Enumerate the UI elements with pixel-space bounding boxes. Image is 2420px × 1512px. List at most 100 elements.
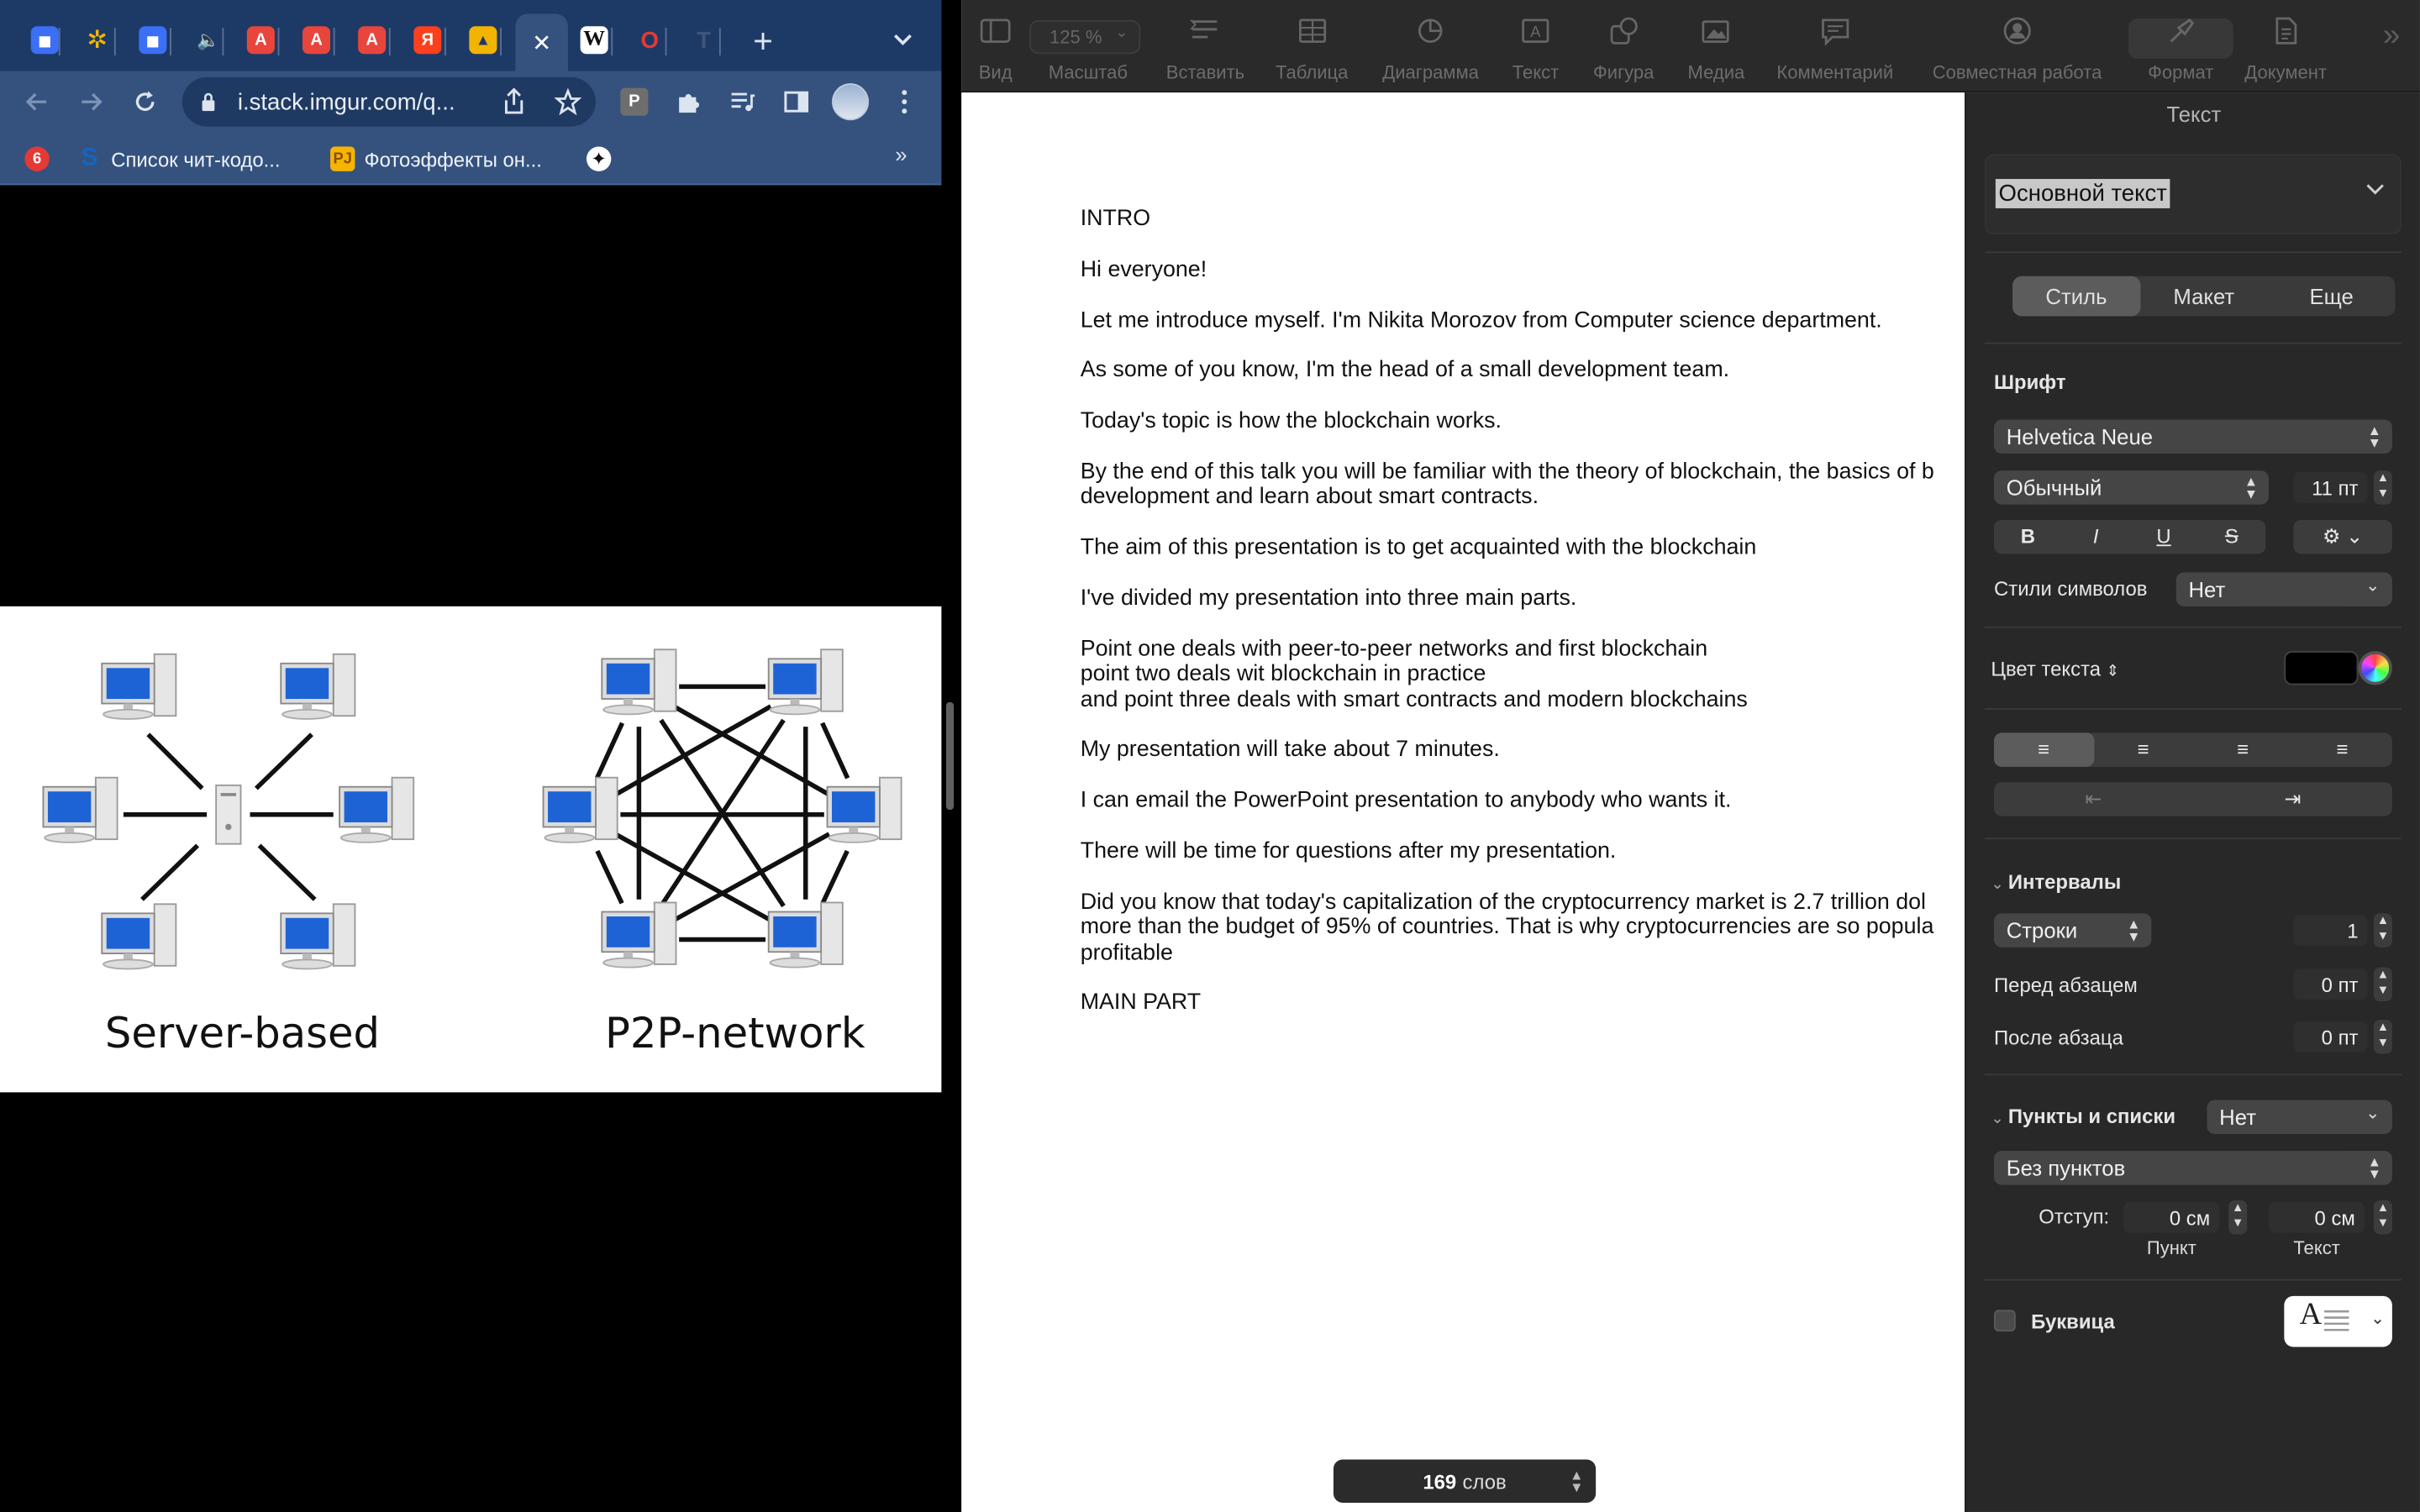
text-color-label[interactable]: Цвет текста ⇕	[1991, 657, 2119, 680]
tab-9[interactable]: ✕	[515, 13, 568, 71]
toolbar-button-media[interactable]: Медиа	[1688, 15, 1744, 83]
bullet-indent-stepper[interactable]: ▲ ▼	[2228, 1200, 2248, 1235]
word-count-badge[interactable]: 169 слов ▲ ▼	[1333, 1459, 1597, 1503]
text-options-button[interactable]: ⚙ ⌄	[2293, 519, 2392, 554]
strikethrough-button[interactable]: S	[2197, 520, 2265, 554]
toolbar-button-shape[interactable]: Фигура	[1593, 15, 1654, 83]
toolbar-button-format-brush[interactable]: Формат	[2148, 15, 2213, 83]
toolbar-button-comment[interactable]: Комментарий	[1776, 15, 1893, 83]
tab-3[interactable]: 🔈	[185, 17, 231, 63]
text-indent-stepper[interactable]: ▲ ▼	[2373, 1200, 2392, 1235]
document-paragraph[interactable]: MAIN PART	[1081, 991, 1965, 1016]
font-size-field[interactable]: 11 пт	[2293, 472, 2368, 503]
toolbar-button-sidebar[interactable]: Вид	[978, 15, 1013, 83]
document-paragraph[interactable]: Hi everyone!	[1081, 257, 1965, 282]
line-spacing-select[interactable]: Строки ▲ ▼	[1994, 913, 2152, 948]
line-spacing-field[interactable]: 1	[2293, 915, 2368, 946]
share-icon[interactable]	[496, 83, 533, 120]
document-paragraph[interactable]: Today's topic is how the blockchain work…	[1081, 409, 1965, 434]
document-paragraph[interactable]: As some of you know, I'm the head of a s…	[1081, 359, 1965, 384]
bullet-style-select[interactable]: Без пунктов ▲ ▼	[1994, 1151, 2392, 1185]
toolbar-more-button[interactable]: »	[2383, 18, 2400, 54]
tab-more[interactable]: Еще	[2268, 276, 2396, 317]
bookmark-star-icon[interactable]	[550, 83, 587, 120]
tab-0[interactable]: ◼	[22, 17, 68, 63]
browser-menu-icon[interactable]	[886, 83, 923, 120]
line-spacing-stepper[interactable]: ▲ ▼	[2373, 913, 2392, 948]
document-page[interactable]: INTRO Hi everyone! Let me introduce myself…	[961, 92, 1965, 1512]
spacing-section-title[interactable]: ⌄ Интервалы	[1991, 870, 2121, 894]
tab-layout[interactable]: Макет	[2140, 276, 2268, 317]
bookmark-item[interactable]: 6	[24, 144, 50, 175]
split-view-divider-handle[interactable]	[945, 701, 955, 811]
justify-icon[interactable]: ≡	[2292, 732, 2391, 766]
network-link	[820, 722, 850, 780]
drop-cap-style-select[interactable]: A ⌄	[2284, 1295, 2392, 1347]
tab-list-chevron-icon[interactable]	[889, 26, 917, 54]
paragraph-line: development and learn about smart contra…	[1080, 485, 1539, 510]
font-typeface-select[interactable]: Обычный ▲ ▼	[1994, 470, 2269, 505]
media-control-icon[interactable]	[723, 83, 760, 120]
bullet-indent-field[interactable]: 0 см	[2123, 1201, 2220, 1233]
address-bar[interactable]: i.stack.imgur.com/q...	[182, 76, 596, 127]
bold-button[interactable]: B	[1994, 520, 2062, 554]
toolbar-button-document[interactable]: Документ	[2244, 15, 2327, 83]
document-paragraph[interactable]: The aim of this presentation is to get a…	[1081, 536, 1965, 561]
document-paragraph[interactable]: Did you know that today's capitalization…	[1081, 890, 1965, 965]
bookmarks-more-button[interactable]: »	[895, 142, 907, 166]
document-paragraph[interactable]: There will be time for questions after m…	[1081, 839, 1965, 864]
bullets-list-select[interactable]: Нет ⌄	[2207, 1100, 2392, 1134]
font-size-stepper[interactable]: ▲ ▼	[2373, 470, 2392, 505]
back-arrow-icon[interactable]	[18, 83, 55, 120]
font-family-select[interactable]: Helvetica Neue ▲ ▼	[1994, 419, 2392, 454]
text-indent-field[interactable]: 0 см	[2268, 1201, 2365, 1233]
decrease-indent-icon[interactable]: ⇤	[1994, 782, 2193, 816]
align-left-icon[interactable]: ≡	[1994, 732, 2094, 767]
document-body[interactable]: INTRO Hi everyone! Let me introduce myself…	[1081, 207, 1965, 1042]
character-styles-select[interactable]: Нет ⌄	[2175, 572, 2392, 606]
document-paragraph[interactable]: My presentation will take about 7 minute…	[1081, 738, 1965, 764]
paragraph-style-selector[interactable]: Основной текст	[1984, 154, 2402, 235]
before-paragraph-field[interactable]: 0 пт	[2293, 969, 2368, 1000]
bookmark-item[interactable]: S Список чит-кодо...	[77, 144, 281, 175]
italic-button[interactable]: I	[2062, 520, 2130, 554]
new-tab-button[interactable]: +	[753, 22, 773, 62]
align-right-icon[interactable]: ≡	[2193, 732, 2292, 766]
bullets-section-title[interactable]: ⌄ Пункты и списки	[1991, 1105, 2175, 1128]
before-paragraph-stepper[interactable]: ▲ ▼	[2373, 967, 2392, 1002]
close-icon[interactable]: ✕	[528, 28, 556, 57]
after-paragraph-stepper[interactable]: ▲ ▼	[2373, 1020, 2392, 1054]
bookmark-item[interactable]: ✦	[586, 144, 612, 175]
inspector-title: Текст	[2166, 102, 2222, 127]
toolbar-button-collaborate[interactable]: Совместная работа	[1933, 15, 2102, 83]
color-wheel-icon[interactable]	[2358, 651, 2392, 685]
tab-separator	[665, 28, 667, 56]
toolbar-button-insert[interactable]: Вставить	[1166, 15, 1244, 83]
profile-avatar[interactable]	[830, 81, 871, 122]
align-center-icon[interactable]: ≡	[2093, 732, 2192, 766]
underline-button[interactable]: U	[2130, 520, 2198, 554]
toolbar-button-textbox[interactable]: A Текст	[1512, 15, 1559, 83]
document-paragraph[interactable]: INTRO	[1081, 207, 1965, 232]
drop-cap-checkbox[interactable]	[1994, 1310, 2016, 1332]
forward-arrow-icon[interactable]	[72, 83, 109, 120]
document-paragraph[interactable]: I've divided my presentation into three …	[1081, 586, 1965, 612]
after-paragraph-field[interactable]: 0 пт	[2293, 1021, 2368, 1053]
increase-indent-icon[interactable]: ⇥	[2193, 782, 2392, 816]
tab-style[interactable]: Стиль	[2012, 276, 2140, 317]
text-color-well[interactable]	[2284, 651, 2359, 685]
document-paragraph[interactable]: By the end of this talk you will be fami…	[1081, 459, 1965, 510]
toolbar-button-chart[interactable]: Диаграмма	[1382, 15, 1479, 83]
tab-separator	[611, 28, 613, 56]
toolbar-button-zoom[interactable]: Масштаб	[1049, 15, 1128, 83]
extensions-puzzle-icon[interactable]	[670, 83, 707, 120]
document-paragraph[interactable]: Point one deals with peer-to-peer networ…	[1081, 637, 1965, 712]
toolbar-button-table[interactable]: Таблица	[1276, 15, 1348, 83]
document-paragraph[interactable]: I can email the PowerPoint presentation …	[1081, 789, 1965, 814]
divider	[1984, 1074, 2402, 1076]
document-paragraph[interactable]: Let me introduce myself. I'm Nikita Moro…	[1081, 308, 1965, 333]
side-panel-icon[interactable]	[778, 83, 815, 120]
bookmark-item[interactable]: PJ Фотоэффекты он...	[330, 144, 542, 175]
reload-icon[interactable]	[127, 83, 164, 120]
p-extension-icon[interactable]: P	[616, 83, 653, 120]
